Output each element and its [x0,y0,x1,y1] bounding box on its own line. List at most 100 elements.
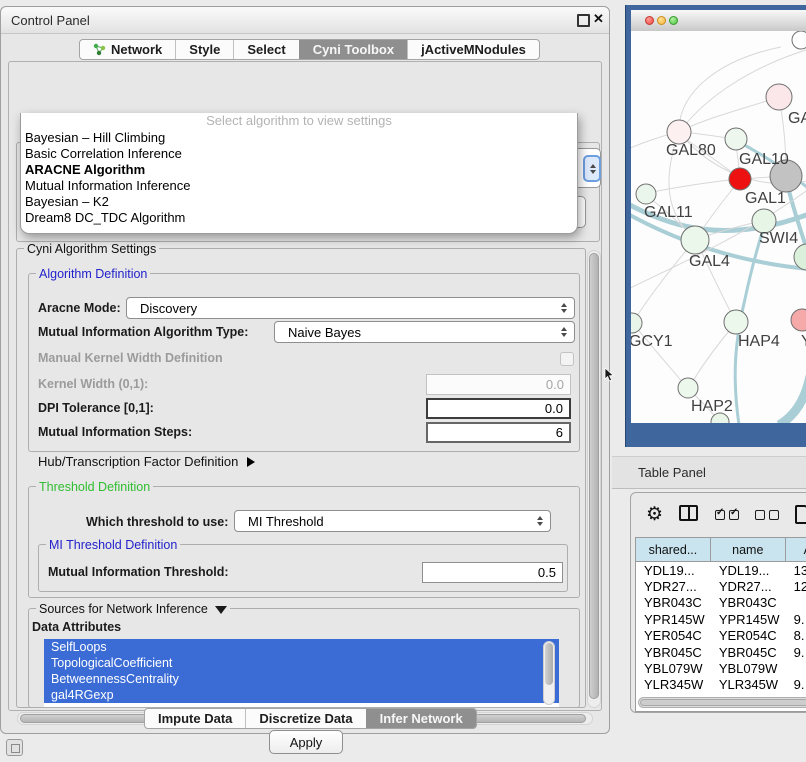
combo-arrows-icon [561,327,567,337]
column-header[interactable]: A [786,538,806,561]
network-node[interactable] [681,226,709,254]
select-all-check-icon[interactable] [729,510,739,520]
node-label: SWI4 [759,230,798,247]
select-all-check-icon[interactable] [715,510,725,520]
close-icon[interactable]: ✕ [593,11,604,27]
network-node[interactable] [724,310,748,334]
mi-type-combo[interactable]: Naive Bayes [274,321,575,343]
data-attribute-item[interactable]: TopologicalCoefficient [44,655,559,671]
attributes-scrollbar-thumb[interactable] [545,643,553,685]
deselect-all-check-icon[interactable] [755,510,765,520]
dock-panel-icon[interactable] [6,739,23,756]
tab-jactivemnodules[interactable]: jActiveMNodules [407,40,539,59]
table-cell: 8. [786,628,806,643]
table-cell: YDL19... [636,563,711,578]
network-canvas[interactable]: GALGAL80GAL10GAL1GAL11SWI4GAL4GCY1HAP4YH… [631,31,806,423]
table-row[interactable]: YBR043CYBR043C [636,595,806,611]
network-node[interactable] [631,313,642,333]
table-row[interactable]: YBL079WYBL079W [636,660,806,676]
tab-network[interactable]: Network [80,40,175,59]
document-icon[interactable] [795,505,806,524]
minimize-traffic-light-icon[interactable] [657,16,666,25]
deselect-all-check-icon[interactable] [769,510,779,520]
threshold-definition-title: Threshold Definition [36,480,153,494]
data-attribute-item[interactable]: gal4RGexp [44,687,559,703]
algorithm-option[interactable]: Bayesian – Hill Climbing [21,130,577,146]
table-row[interactable]: YBR045CYBR045C9. [636,644,806,660]
table-row[interactable]: YPR145WYPR145W9. [636,611,806,627]
tab-discretize-data[interactable]: Discretize Data [245,709,365,728]
data-attribute-item[interactable]: BetweennessCentrality [44,671,559,687]
combo-spinner-focused[interactable] [583,155,601,182]
node-label: GCY1 [631,333,673,350]
tab-label: jActiveMNodules [421,42,526,57]
network-edge [690,324,735,386]
tab-infer-network[interactable]: Infer Network [366,709,476,728]
manual-kernel-label: Manual Kernel Width Definition [38,351,223,365]
table-cell: YER054C [636,628,711,643]
which-threshold-value: MI Threshold [248,514,324,529]
hub-definition-toggle[interactable]: Hub/Transcription Factor Definition [38,454,255,469]
tab-label: Select [247,42,285,57]
tab-select[interactable]: Select [233,40,298,59]
settings-vscroll-thumb[interactable] [589,253,599,699]
mi-threshold-field[interactable]: 0.5 [422,562,563,583]
float-window-icon[interactable] [577,14,590,27]
algorithm-option[interactable]: Mutual Information Inference [21,178,577,194]
node-label: HAP4 [738,333,780,350]
table-cell: YDL19... [711,563,786,578]
table-row[interactable]: YDL19...YDL19...13 [636,562,806,578]
network-node[interactable] [766,84,792,110]
settings-vertical-scrollbar[interactable] [587,250,601,708]
network-node[interactable] [678,378,698,398]
algorithm-option[interactable]: Dream8 DC_TDC Algorithm [21,210,577,226]
tab-label: Discretize Data [259,711,352,726]
close-traffic-light-icon[interactable] [645,16,654,25]
split-columns-icon[interactable] [679,505,698,521]
node-label: GAL11 [644,204,693,221]
column-header[interactable]: name [711,538,786,561]
zoom-traffic-light-icon[interactable] [669,16,678,25]
table-horizontal-scrollbar[interactable] [638,697,806,708]
table-row[interactable]: YLR345WYLR345W9. [636,677,806,693]
algorithm-option[interactable]: ARACNE Algorithm [21,162,577,178]
kernel-width-field[interactable]: 0.0 [426,374,571,395]
which-threshold-combo[interactable]: MI Threshold [234,510,551,532]
data-attribute-item[interactable]: SelfLoops [44,639,559,655]
sources-group-toggle[interactable]: Sources for Network Inference [36,602,230,616]
network-node[interactable] [725,128,747,150]
dpi-tolerance-label: DPI Tolerance [0,1]: [38,401,154,415]
table-cell: YBR045C [636,645,711,660]
network-node[interactable] [729,168,751,190]
gear-icon[interactable]: ⚙ [646,505,663,525]
tab-impute-data[interactable]: Impute Data [145,709,245,728]
table-hscroll-thumb[interactable] [640,699,806,706]
table-cell: 9. [786,612,806,627]
attributes-scrollbar[interactable] [543,641,555,705]
aracne-mode-combo[interactable]: Discovery [126,297,575,319]
table-body: YDL19...YDL19...13YDR27...YDR27...12YBR0… [636,562,806,702]
table-row[interactable]: YER054CYER054C8. [636,628,806,644]
table-row[interactable]: YDR27...YDR27...12 [636,578,806,594]
kernel-width-label: Kernel Width (0,1): [38,377,148,391]
tab-cyni-toolbox[interactable]: Cyni Toolbox [299,40,407,59]
network-node[interactable] [791,309,806,331]
mi-steps-label: Mutual Information Steps: [38,425,192,439]
manual-kernel-checkbox[interactable] [560,352,574,366]
network-window-titlebar[interactable] [631,10,806,32]
network-node[interactable] [792,31,806,49]
window-title: Control Panel [11,13,90,28]
apply-button[interactable]: Apply [269,730,343,754]
algorithm-option[interactable]: Bayesian – K2 [21,194,577,210]
expanded-arrow-icon [215,606,227,614]
network-node[interactable] [636,184,656,204]
dpi-tolerance-field[interactable]: 0.0 [426,398,571,419]
algorithm-option[interactable]: Basic Correlation Inference [21,146,577,162]
network-node[interactable] [667,120,691,144]
tab-label: Network [111,42,162,57]
dropdown-hint: Select algorithm to view settings [21,113,577,130]
table-cell: YLR345W [636,677,711,692]
mi-steps-field[interactable]: 6 [426,422,571,443]
column-header[interactable]: shared... [636,538,711,561]
tab-style[interactable]: Style [175,40,233,59]
